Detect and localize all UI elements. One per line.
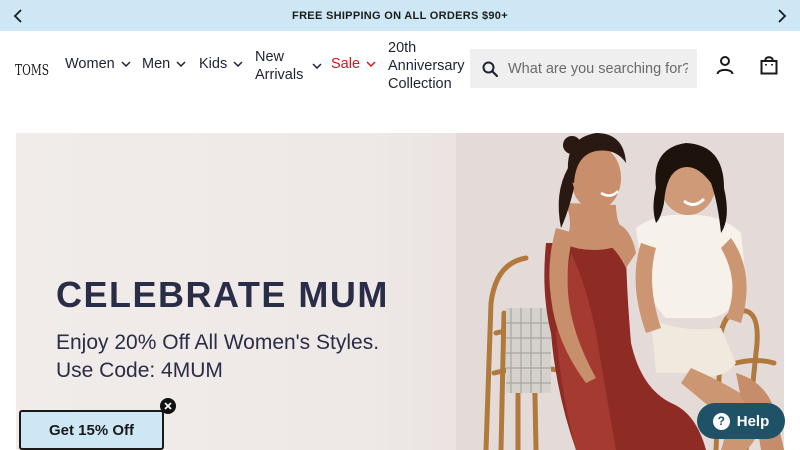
chevron-right-icon bbox=[778, 8, 787, 23]
svg-text:TOMS: TOMS bbox=[15, 61, 49, 79]
help-button[interactable]: ? Help bbox=[697, 403, 785, 439]
get-discount-button[interactable]: Get 15% Off bbox=[19, 410, 164, 450]
promo-prev-button[interactable] bbox=[6, 0, 30, 31]
nav-anniversary-line1: 20th bbox=[388, 40, 417, 56]
search-icon bbox=[482, 61, 498, 77]
close-icon bbox=[164, 402, 172, 410]
user-icon bbox=[716, 56, 734, 75]
nav-men-label: Men bbox=[142, 56, 171, 72]
hero-banner[interactable]: CELEBRATE MUM Enjoy 20% Off All Women's … bbox=[16, 133, 784, 450]
cart-button[interactable] bbox=[758, 54, 780, 76]
chevron-down-icon bbox=[312, 63, 322, 69]
search-input[interactable] bbox=[508, 60, 688, 77]
discount-close-button[interactable] bbox=[160, 398, 176, 414]
nav-kids[interactable]: Kids bbox=[199, 56, 243, 72]
help-label: Help bbox=[736, 412, 770, 430]
shopping-bag-icon bbox=[760, 56, 778, 75]
site-header: TOMS Women Men Kids New Arrivals Sale 20… bbox=[0, 31, 800, 103]
chevron-left-icon bbox=[13, 8, 22, 23]
promo-text: FREE SHIPPING ON ALL ORDERS $90+ bbox=[292, 9, 508, 22]
nav-sale[interactable]: Sale bbox=[331, 56, 376, 72]
promo-bar: FREE SHIPPING ON ALL ORDERS $90+ bbox=[0, 0, 800, 31]
nav-new-arrivals-label: New Arrivals bbox=[255, 48, 303, 84]
account-button[interactable] bbox=[714, 54, 736, 76]
hero-title: CELEBRATE MUM bbox=[56, 274, 389, 315]
promo-next-button[interactable] bbox=[770, 0, 794, 31]
chevron-down-icon bbox=[176, 61, 186, 67]
chevron-down-icon bbox=[366, 61, 376, 67]
search-box[interactable] bbox=[470, 49, 697, 88]
hero-subtitle-line1: Enjoy 20% Off All Women's Styles. bbox=[56, 331, 380, 354]
toms-logo-mark: TOMS bbox=[15, 61, 49, 79]
question-icon: ? bbox=[712, 412, 730, 430]
nav-new-arrivals[interactable]: New Arrivals bbox=[255, 48, 322, 84]
chevron-down-icon bbox=[121, 61, 131, 67]
toms-logo[interactable]: TOMS bbox=[15, 51, 49, 81]
hero-subtitle-line2: Use Code: 4MUM bbox=[56, 359, 223, 382]
nav-women-label: Women bbox=[65, 56, 115, 72]
nav-anniversary-line2: Anniversary bbox=[388, 58, 465, 74]
nav-men[interactable]: Men bbox=[142, 56, 186, 72]
nav-women[interactable]: Women bbox=[65, 56, 131, 72]
nav-kids-label: Kids bbox=[199, 56, 228, 72]
nav-anniversary-line3: Collection bbox=[388, 76, 452, 92]
nav-new-arrivals-line1: New bbox=[255, 49, 285, 65]
nav-20th-anniversary-label: 20th Anniversary Collection bbox=[388, 39, 465, 93]
chevron-down-icon bbox=[233, 61, 243, 67]
nav-new-arrivals-line2: Arrivals bbox=[255, 67, 304, 83]
nav-sale-label: Sale bbox=[331, 56, 361, 72]
nav-20th-anniversary[interactable]: 20th Anniversary Collection bbox=[388, 39, 465, 93]
